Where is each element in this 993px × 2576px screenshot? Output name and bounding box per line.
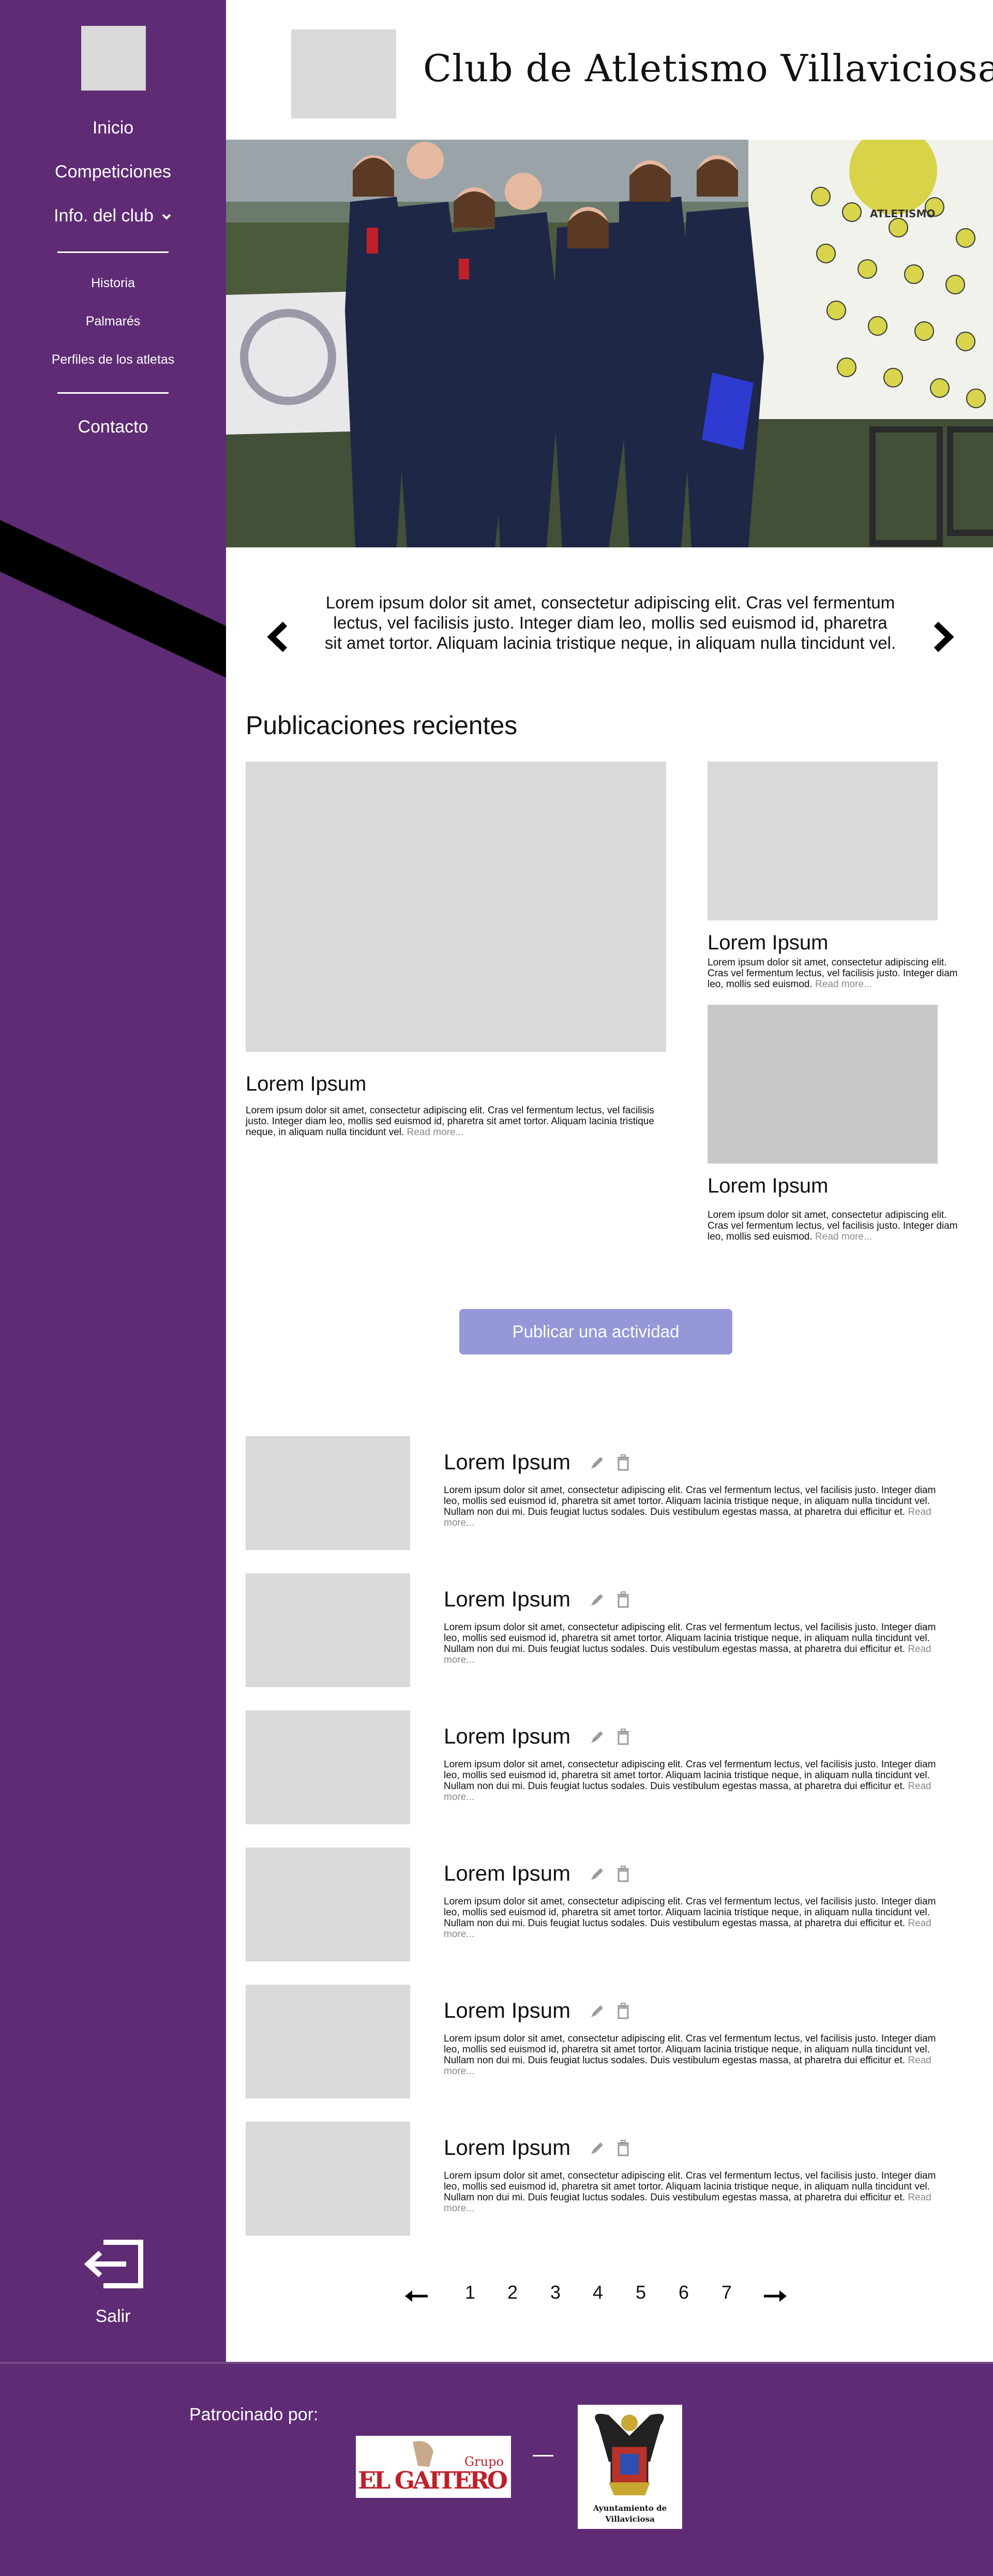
read-more-link[interactable]: Read more... xyxy=(815,979,872,990)
sponsor1-name-text: EL GAITERO xyxy=(358,2466,508,2494)
nav-inicio[interactable]: Inicio xyxy=(0,118,226,138)
trash-icon[interactable] xyxy=(614,1865,632,1883)
nav-palmares[interactable]: Palmarés xyxy=(0,314,226,329)
logout-icon[interactable] xyxy=(83,2239,145,2289)
featured-post-title[interactable]: Lorem Ipsum xyxy=(246,1073,366,1096)
sidebar-logo[interactable] xyxy=(81,26,146,91)
publish-activity-button[interactable]: Publicar una actividad xyxy=(459,1309,732,1354)
edit-icon[interactable] xyxy=(589,2002,606,2020)
activity-text: Lorem ipsum dolor sit amet, consectetur … xyxy=(444,2170,936,2203)
hero-photo: ATLETISMO xyxy=(226,140,993,547)
activity-image[interactable] xyxy=(246,1710,410,1824)
activity-text: Lorem ipsum dolor sit amet, consectetur … xyxy=(444,1896,936,1929)
trash-icon[interactable] xyxy=(614,2002,632,2020)
activity-title[interactable]: Lorem Ipsum xyxy=(444,1998,570,2023)
activity-title[interactable]: Lorem Ipsum xyxy=(444,1450,570,1475)
activity-text: Lorem ipsum dolor sit amet, consectetur … xyxy=(444,1485,936,1517)
activity-title[interactable]: Lorem Ipsum xyxy=(444,1861,570,1886)
activity-image[interactable] xyxy=(246,1848,410,1961)
sponsor-el-gaitero-logo[interactable]: Grupo EL GAITERO xyxy=(356,2436,511,2498)
activity-excerpt: Lorem ipsum dolor sit amet, consectetur … xyxy=(444,1759,940,1803)
header-logo[interactable] xyxy=(291,29,396,118)
read-more-link[interactable]: Read more... xyxy=(407,1127,464,1138)
activity-title[interactable]: Lorem Ipsum xyxy=(444,1587,570,1612)
activity-text: Lorem ipsum dolor sit amet, consectetur … xyxy=(444,2033,936,2066)
nav-perfiles[interactable]: Perfiles de los atletas xyxy=(0,352,226,367)
arrow-right-icon[interactable] xyxy=(763,2289,787,2303)
sponsor-label: Patrocinado por: xyxy=(189,2405,319,2424)
nav-divider xyxy=(57,251,169,253)
side-post-image[interactable] xyxy=(708,1005,938,1164)
activity-title[interactable]: Lorem Ipsum xyxy=(444,1724,570,1749)
carousel-next-button[interactable] xyxy=(931,621,956,653)
sponsor-separator xyxy=(533,2455,553,2456)
sponsor2-line1: Ayuntamiento de xyxy=(593,2504,667,2513)
chevron-down-icon xyxy=(162,214,171,220)
side-post-excerpt: Lorem ipsum dolor sit amet, consectetur … xyxy=(708,1210,961,1242)
nav-info-club-label: Info. del club xyxy=(54,206,154,226)
side-post-image[interactable] xyxy=(708,762,938,920)
nav-historia[interactable]: Historia xyxy=(0,276,226,291)
recent-posts-title: Publicaciones recientes xyxy=(246,711,518,740)
page-link[interactable]: 6 xyxy=(679,2282,689,2303)
side-post-title[interactable]: Lorem Ipsum xyxy=(708,1174,828,1198)
activity-text: Lorem ipsum dolor sit amet, consectetur … xyxy=(444,1622,936,1655)
logout-label[interactable]: Salir xyxy=(0,2306,226,2327)
site-title: Club de Atletismo Villaviciosa xyxy=(423,47,993,90)
activity-excerpt: Lorem ipsum dolor sit amet, consectetur … xyxy=(444,2033,940,2077)
coat-of-arms-icon: Ayuntamiento de Villaviciosa xyxy=(593,2414,667,2524)
sponsor-ayuntamiento-logo[interactable]: Ayuntamiento de Villaviciosa xyxy=(578,2405,682,2529)
read-more-link[interactable]: Read more... xyxy=(815,1231,872,1242)
nav-contacto[interactable]: Contacto xyxy=(0,417,226,437)
featured-post-excerpt: Lorem ipsum dolor sit amet, consectetur … xyxy=(246,1105,654,1138)
activity-title[interactable]: Lorem Ipsum xyxy=(444,2135,570,2160)
page-link[interactable]: 3 xyxy=(550,2282,561,2303)
trash-icon[interactable] xyxy=(614,1454,632,1471)
page-link[interactable]: 4 xyxy=(593,2282,603,2303)
arrow-left-icon[interactable] xyxy=(405,2289,429,2303)
hero-team-image: ATLETISMO xyxy=(226,140,993,547)
edit-icon[interactable] xyxy=(589,1591,606,1609)
trash-icon[interactable] xyxy=(614,1728,632,1746)
page-link[interactable]: 7 xyxy=(721,2282,732,2303)
edit-icon[interactable] xyxy=(589,1454,606,1471)
activity-text: Lorem ipsum dolor sit amet, consectetur … xyxy=(444,1759,936,1792)
featured-post-image[interactable] xyxy=(246,762,666,1052)
side-post-title[interactable]: Lorem Ipsum xyxy=(708,931,828,955)
sidebar: Inicio Competiciones Info. del club Hist… xyxy=(0,0,226,2362)
el-gaitero-logo-icon: Grupo EL GAITERO xyxy=(358,2441,508,2494)
trash-icon[interactable] xyxy=(614,2139,632,2157)
carousel-prev-button[interactable] xyxy=(265,621,290,653)
nav-competiciones[interactable]: Competiciones xyxy=(0,162,226,182)
nav-info-club[interactable]: Info. del club xyxy=(0,206,226,226)
side-post-excerpt: Lorem ipsum dolor sit amet, consectetur … xyxy=(708,957,961,990)
edit-icon[interactable] xyxy=(589,1865,606,1883)
activity-excerpt: Lorem ipsum dolor sit amet, consectetur … xyxy=(444,2170,940,2214)
edit-icon[interactable] xyxy=(589,1728,606,1746)
nav-divider xyxy=(57,392,169,394)
sponsor2-line2: Villaviciosa xyxy=(605,2514,655,2524)
activity-image[interactable] xyxy=(246,2122,410,2236)
activity-image[interactable] xyxy=(246,1985,410,2098)
activity-excerpt: Lorem ipsum dolor sit amet, consectetur … xyxy=(444,1896,940,1940)
edit-icon[interactable] xyxy=(589,2139,606,2157)
activity-image[interactable] xyxy=(246,1436,410,1550)
footer-divider xyxy=(0,2362,993,2364)
carousel-text: Lorem ipsum dolor sit amet, consectetur … xyxy=(324,593,896,652)
page-link[interactable]: 2 xyxy=(507,2282,518,2303)
trash-icon[interactable] xyxy=(614,1591,632,1609)
activity-excerpt: Lorem ipsum dolor sit amet, consectetur … xyxy=(444,1485,940,1528)
page-link[interactable]: 5 xyxy=(636,2282,646,2303)
activity-excerpt: Lorem ipsum dolor sit amet, consectetur … xyxy=(444,1622,940,1665)
page-link[interactable]: 1 xyxy=(465,2282,475,2303)
hero-banner-text: ATLETISMO xyxy=(870,207,935,220)
activity-image[interactable] xyxy=(246,1573,410,1687)
